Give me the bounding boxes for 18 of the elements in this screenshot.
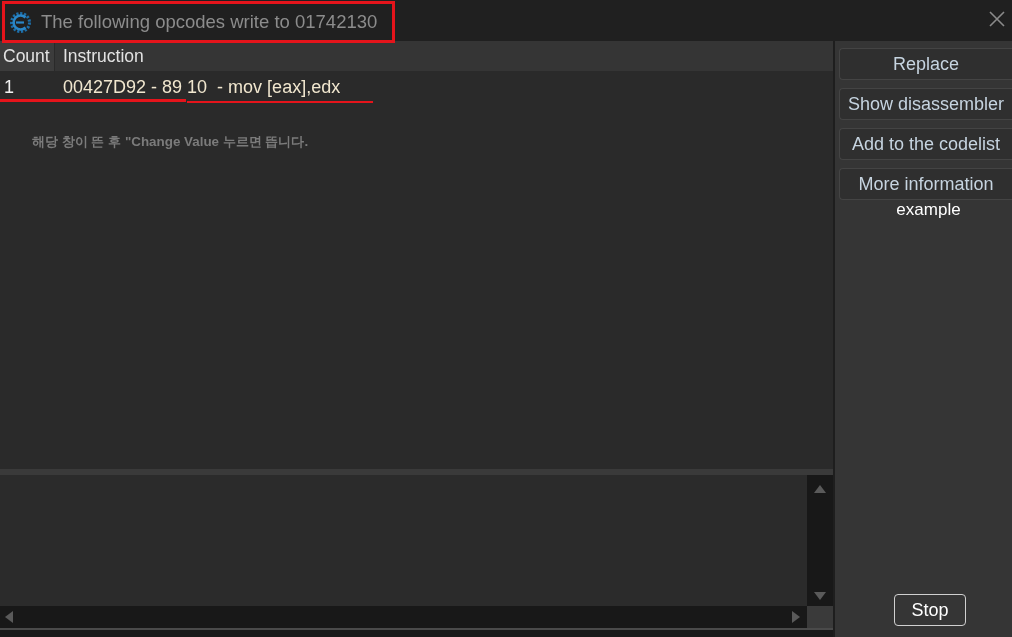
action-button[interactable]: Show disassembler: [839, 88, 1012, 120]
scroll-up-icon[interactable]: [814, 485, 826, 493]
column-header[interactable]: Count: [0, 41, 55, 71]
caption-text: example: [896, 200, 961, 220]
action-button[interactable]: Add to the codelist: [839, 128, 1012, 160]
scroll-left-icon[interactable]: [5, 611, 13, 623]
annotation-note: 해당 창이 뜬 후 "Change Value 누르면 뜹니다.: [32, 134, 309, 149]
gear-logo-icon: [10, 11, 31, 33]
stop-button[interactable]: Stop: [894, 594, 966, 626]
action-button[interactable]: Replace: [839, 48, 1012, 80]
scrollbar-corner: [807, 606, 833, 628]
table-cell-text: 00427D92 - 89 10 - mov [eax],edx: [62, 75, 341, 99]
close-icon: [989, 11, 1005, 27]
action-button[interactable]: More information: [839, 168, 1012, 200]
table-cell-text: 1: [3, 75, 15, 99]
scroll-down-icon[interactable]: [814, 592, 826, 600]
scroll-right-icon[interactable]: [792, 611, 800, 623]
window-title: The following opcodes write to 01742130: [41, 10, 378, 35]
